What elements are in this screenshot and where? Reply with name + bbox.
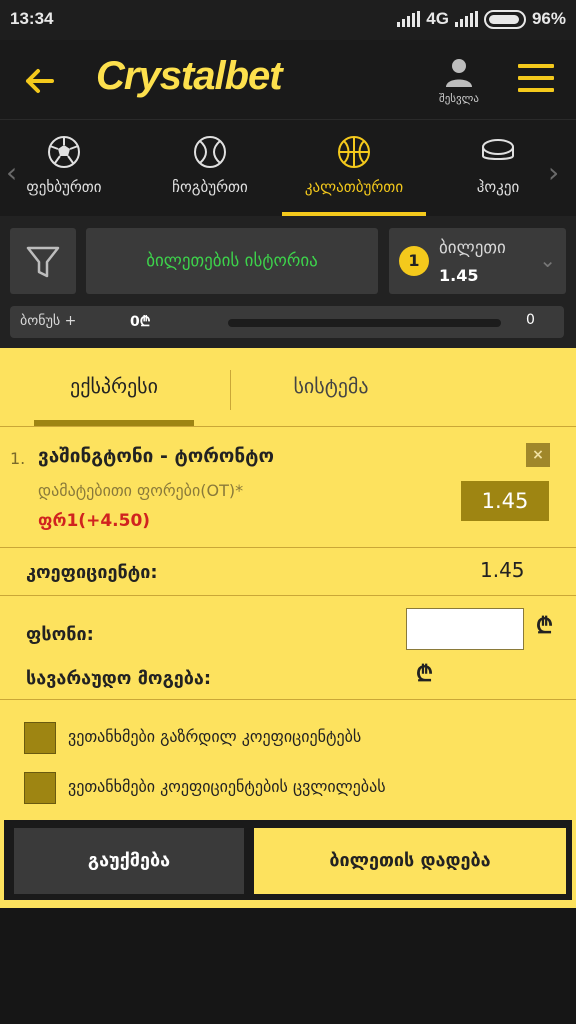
tab-divider — [230, 370, 231, 410]
status-time: 13:34 — [10, 9, 54, 28]
signal-icon — [397, 11, 421, 27]
agree-changes-checkbox[interactable] — [24, 772, 56, 804]
ticket-label: ბილეთი — [439, 238, 506, 258]
bonus-right-value: 0 — [526, 312, 535, 328]
tab-football[interactable]: ფეხბურთი — [8, 134, 120, 196]
status-bar: 13:34 4G 96% — [0, 0, 576, 40]
remove-bet-button[interactable]: × — [526, 443, 550, 467]
cancel-button[interactable]: გაუქმება — [14, 828, 244, 894]
football-icon — [48, 136, 80, 168]
network-type: 4G — [426, 9, 449, 28]
betslip-controls: ბილეთების ისტორია 1 ბილეთი 1.45 ⌄ ბონუს … — [0, 216, 576, 348]
tab-tennis[interactable]: ჩოგბურთი — [154, 134, 266, 196]
tab-hockey[interactable]: ჰოკეი — [448, 134, 548, 196]
agree-increased-checkbox[interactable] — [24, 722, 56, 754]
bet-market: დამატებითი ფორები(OT)* — [38, 481, 244, 500]
ticket-history-button[interactable]: ბილეთების ისტორია — [86, 228, 378, 294]
back-arrow-icon[interactable] — [22, 64, 56, 98]
agree-changes-row[interactable]: ვეთანხმები კოეფიციენტების ცვლილებას — [0, 762, 576, 812]
signal-icon-2 — [454, 11, 478, 27]
ticket-count-badge: 1 — [399, 246, 429, 276]
hockey-puck-icon — [482, 139, 514, 160]
funnel-icon — [26, 246, 60, 278]
coefficient-label: კოეფიციენტი: — [26, 562, 158, 583]
tab-express[interactable]: ექსპრესი — [34, 374, 194, 398]
scroll-right-icon[interactable]: › — [548, 156, 559, 189]
currency-icon: ₾ — [536, 614, 553, 639]
coefficient-value: 1.45 — [480, 558, 525, 582]
stake-section: ფსონი: ₾ სავარაუდო მოგება: ₾ — [0, 596, 576, 700]
tab-system[interactable]: სისტემა — [246, 374, 416, 398]
bet-selection: ფრ1(+4.50) — [38, 511, 151, 531]
coefficient-row: კოეფიციენტი: 1.45 — [0, 548, 576, 596]
bonus-progress — [228, 319, 501, 327]
app-header: Crystalbet შესვლა — [0, 40, 576, 120]
ticket-odds: 1.45 — [439, 266, 479, 285]
bet-match: ვაშინგტონი - ტორონტო — [38, 445, 274, 467]
sports-tabs: ‹ ფეხბურთი ჩოგბურთი კალათბურთი ჰოკეი › — [0, 120, 576, 216]
menu-icon[interactable] — [518, 64, 554, 96]
app-root: 13:34 4G 96% Crystalbet შესვლა ‹ ფეხბურთ… — [0, 0, 576, 1024]
battery-level: 96% — [531, 9, 566, 28]
login-button[interactable]: შესვლა — [428, 56, 490, 105]
ticket-selector[interactable]: 1 ბილეთი 1.45 ⌄ — [389, 228, 566, 294]
agree-increased-label: ვეთანხმები გაზრდილ კოეფიციენტებს — [68, 727, 362, 746]
bet-index: 1. — [10, 449, 26, 468]
agree-increased-row[interactable]: ვეთანხმები გაზრდილ კოეფიციენტებს — [0, 712, 576, 762]
tennis-icon — [194, 136, 226, 168]
betslip-panel: ექსპრესი სისტემა 1. ვაშინგტონი - ტორონტო… — [0, 348, 576, 908]
bonus-label: ბონუს + — [20, 313, 77, 329]
expected-win-currency: ₾ — [416, 662, 433, 687]
betslip-tabs: ექსპრესი სისტემა — [0, 348, 576, 426]
bet-item: 1. ვაშინგტონი - ტორონტო დამატებითი ფორებ… — [0, 426, 576, 548]
brand-logo[interactable]: Crystalbet — [96, 54, 283, 99]
expected-win-label: სავარაუდო მოგება: — [26, 668, 212, 689]
bonus-value: 0₾ — [130, 314, 151, 330]
agree-changes-label: ვეთანხმები კოეფიციენტების ცვლილებას — [68, 777, 386, 796]
login-label: შესვლა — [439, 92, 479, 105]
stake-label: ფსონი: — [26, 624, 94, 645]
bonus-bar: ბონუს + 0₾ 0 — [10, 306, 564, 338]
tab-basketball[interactable]: კალათბურთი — [282, 134, 426, 196]
place-bet-button[interactable]: ბილეთის დადება — [254, 828, 566, 894]
user-icon — [446, 59, 472, 87]
stake-input[interactable] — [406, 608, 524, 650]
betslip-actions: გაუქმება ბილეთის დადება — [4, 820, 572, 900]
status-icons: 4G 96% — [397, 9, 566, 29]
bet-odds: 1.45 — [461, 481, 549, 521]
filter-button[interactable] — [10, 228, 76, 294]
battery-icon — [483, 9, 526, 29]
basketball-icon — [338, 136, 370, 168]
chevron-down-icon: ⌄ — [539, 248, 556, 272]
